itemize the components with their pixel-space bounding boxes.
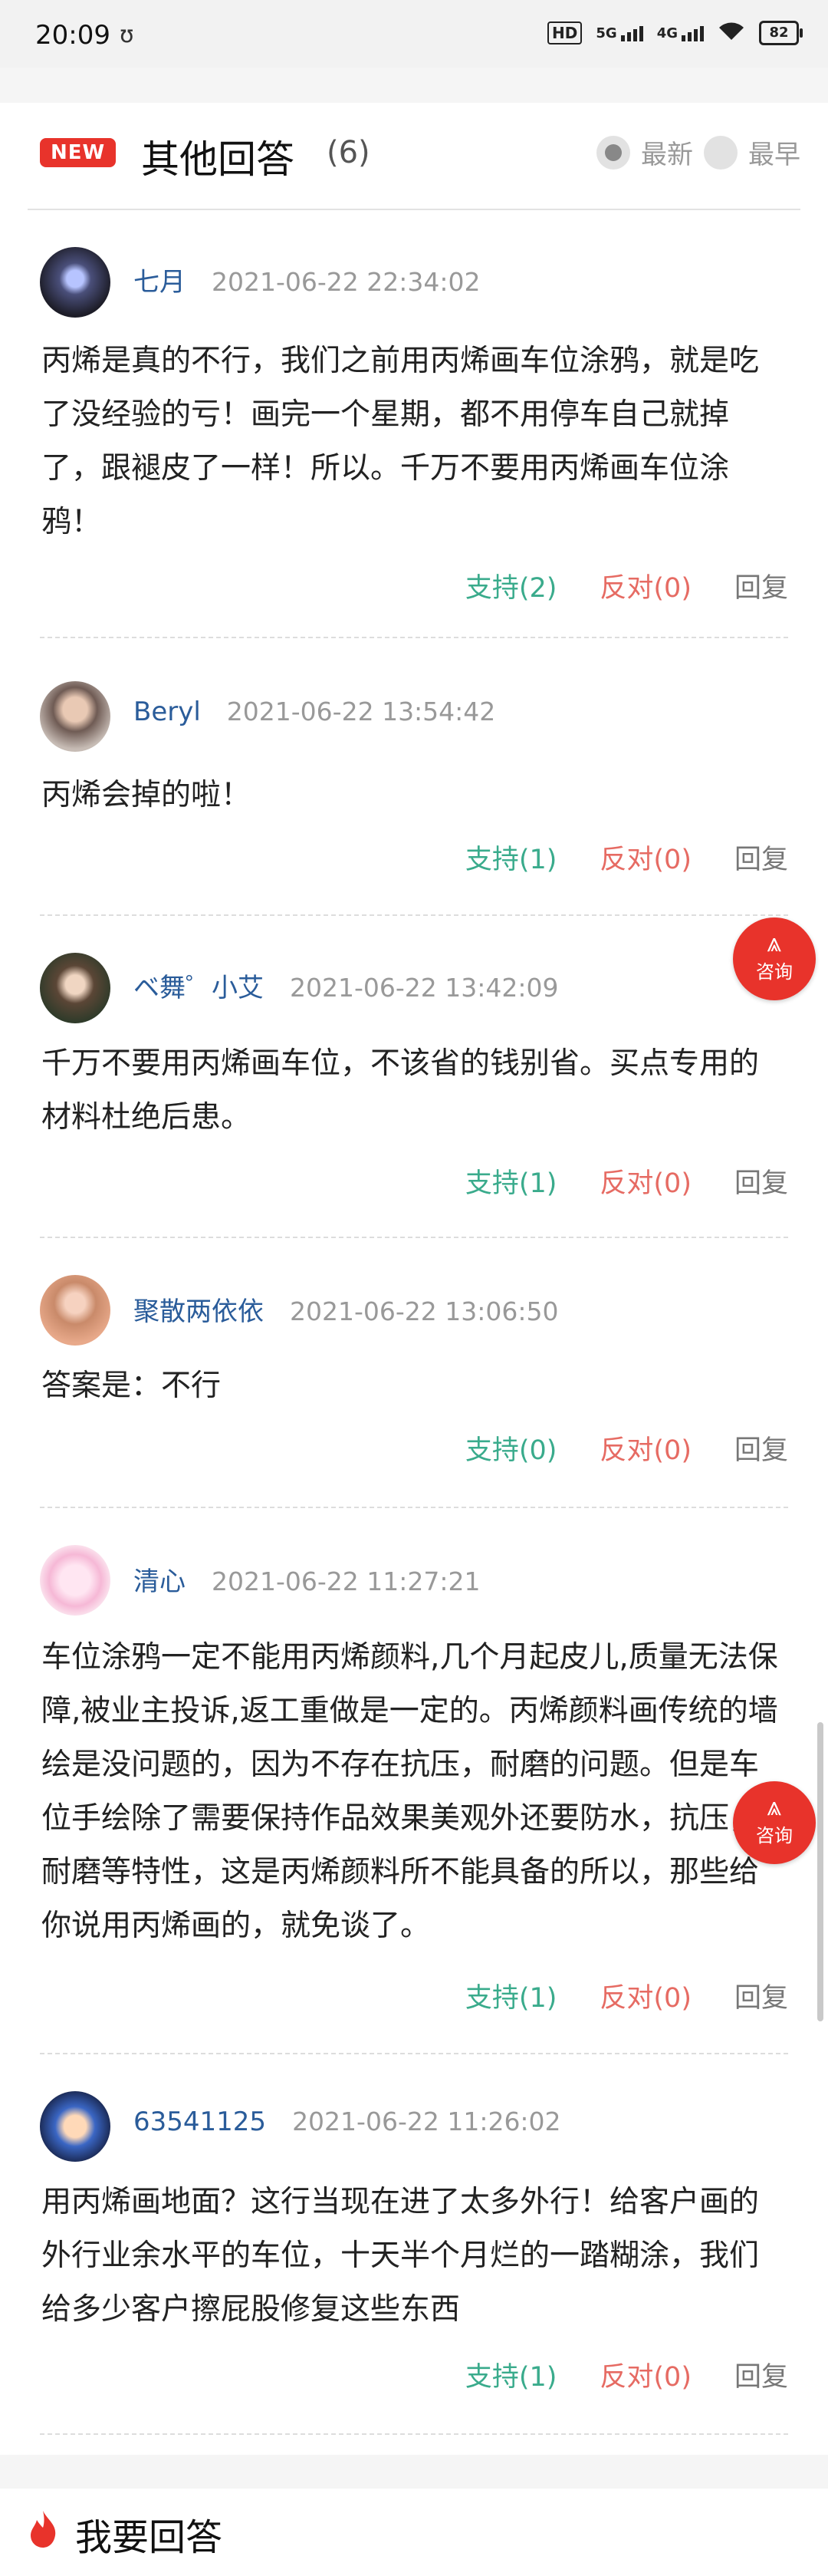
answer-date: 2021-06-22 11:27:21 bbox=[212, 1566, 481, 1596]
avatar[interactable] bbox=[40, 1545, 110, 1616]
consult-label: 咨询 bbox=[756, 961, 793, 983]
answer-content: 车位涂鸦一定不能用丙烯颜料,几个月起皮儿,质量无法保障,被业主投诉,返工重做是一… bbox=[41, 1640, 778, 1943]
answer-content: 千万不要用丙烯画车位，不该省的钱别省。买点专用的材料杜绝后患。 bbox=[41, 1046, 760, 1135]
reply-button[interactable]: 回复 bbox=[734, 1428, 788, 1468]
status-icons: HD 5G 4G 82 bbox=[547, 20, 803, 46]
answer-date: 2021-06-22 22:34:02 bbox=[212, 267, 481, 297]
support-button[interactable]: 支持(0) bbox=[465, 1428, 557, 1468]
answer-item: 聚散两依依 2021-06-22 13:06:50 答案是：不行 支持(0) 反对… bbox=[40, 1237, 788, 1508]
answer-actions: 支持(0) 反对(0) 回复 bbox=[465, 1428, 788, 1468]
write-answer-section[interactable]: 我要回答 bbox=[28, 2507, 222, 2561]
consult-icon: ⩓ bbox=[767, 1791, 782, 1822]
sort-earliest-radio[interactable] bbox=[704, 135, 738, 170]
oppose-button[interactable]: 反对(0) bbox=[600, 1161, 692, 1201]
answer-item: 七月 2021-06-22 22:34:02 丙烯是真的不行，我们之前用丙烯画车位… bbox=[40, 230, 788, 638]
support-button[interactable]: 支持(1) bbox=[465, 2355, 557, 2394]
oppose-button[interactable]: 反对(0) bbox=[600, 838, 692, 877]
sort-earliest-label[interactable]: 最早 bbox=[748, 133, 800, 171]
answer-date: 2021-06-22 11:26:02 bbox=[292, 2107, 561, 2136]
signal-5g-icon: 5G bbox=[596, 25, 643, 41]
hd-icon: HD bbox=[547, 21, 583, 44]
answer-actions: 支持(1) 反对(0) 回复 bbox=[465, 2355, 788, 2394]
answer-item: 清心 2021-06-22 11:27:21 车位涂鸦一定不能用丙烯颜料,几个月起… bbox=[40, 1507, 788, 2054]
username[interactable]: 63541125 bbox=[133, 2107, 266, 2137]
sort-options: 最新 最早 bbox=[596, 133, 800, 171]
battery-icon: 82 bbox=[759, 21, 803, 45]
answer-date: 2021-06-22 13:54:42 bbox=[226, 697, 496, 726]
username[interactable]: ベ舞゜小艾 bbox=[133, 973, 264, 1003]
answer-count: (6) bbox=[327, 135, 370, 170]
avatar[interactable] bbox=[40, 953, 110, 1023]
username[interactable]: 七月 bbox=[133, 267, 186, 298]
answer-item: ベ舞゜小艾 2021-06-22 13:42:09 千万不要用丙烯画车位，不该省的… bbox=[40, 914, 788, 1238]
status-bar: 20:09 ʊ HD 5G 4G 82 bbox=[0, 0, 828, 68]
sort-latest-label[interactable]: 最新 bbox=[641, 133, 693, 171]
support-button[interactable]: 支持(2) bbox=[465, 566, 557, 605]
answer-content: 答案是：不行 bbox=[41, 1369, 222, 1403]
wifi-icon bbox=[718, 20, 745, 46]
new-badge: NEW bbox=[40, 138, 117, 167]
oppose-button[interactable]: 反对(0) bbox=[600, 2355, 692, 2394]
section-gap bbox=[0, 2455, 828, 2489]
page-title: 其他回答 bbox=[141, 137, 294, 182]
username[interactable]: 聚散两依依 bbox=[133, 1296, 264, 1327]
answer-date: 2021-06-22 13:42:09 bbox=[290, 973, 559, 1003]
answer-content: 丙烯会掉的啦！ bbox=[41, 778, 251, 812]
avatar[interactable] bbox=[40, 247, 110, 318]
answer-content: 丙烯是真的不行，我们之前用丙烯画车位涂鸦，就是吃了没经验的亏！画完一个星期，都不… bbox=[41, 344, 760, 539]
answer-actions: 支持(2) 反对(0) 回复 bbox=[465, 566, 788, 605]
answers-header: NEW 其他回答 (6) 最新 最早 bbox=[28, 103, 800, 210]
avatar[interactable] bbox=[40, 1275, 110, 1346]
reply-button[interactable]: 回复 bbox=[734, 838, 788, 877]
oppose-button[interactable]: 反对(0) bbox=[600, 566, 692, 605]
avatar[interactable] bbox=[40, 681, 110, 752]
consult-icon: ⩓ bbox=[767, 927, 782, 958]
support-button[interactable]: 支持(1) bbox=[465, 838, 557, 877]
signal-4g-icon: 4G bbox=[657, 25, 704, 41]
consult-button[interactable]: ⩓ 咨询 bbox=[733, 917, 816, 1000]
consult-label: 咨询 bbox=[756, 1825, 793, 1846]
reply-button[interactable]: 回复 bbox=[734, 1976, 788, 2015]
scrollbar[interactable] bbox=[817, 1722, 823, 2021]
answer-item: 63541125 2021-06-22 11:26:02 用丙烯画地面？这行当现在… bbox=[40, 2053, 788, 2435]
reply-button[interactable]: 回复 bbox=[734, 2355, 788, 2394]
answer-date: 2021-06-22 13:06:50 bbox=[290, 1296, 559, 1326]
username[interactable]: 清心 bbox=[133, 1566, 186, 1597]
section-gap bbox=[0, 68, 828, 103]
status-time: 20:09 bbox=[35, 20, 110, 51]
write-answer-label[interactable]: 我要回答 bbox=[75, 2507, 222, 2561]
username[interactable]: Beryl bbox=[133, 697, 201, 727]
answer-actions: 支持(1) 反对(0) 回复 bbox=[465, 1976, 788, 2015]
answer-item: Beryl 2021-06-22 13:54:42 丙烯会掉的啦！ 支持(1) 反… bbox=[40, 637, 788, 916]
answer-actions: 支持(1) 反对(0) 回复 bbox=[465, 1161, 788, 1201]
oppose-button[interactable]: 反对(0) bbox=[600, 1976, 692, 2015]
answer-actions: 支持(1) 反对(0) 回复 bbox=[465, 838, 788, 877]
support-button[interactable]: 支持(1) bbox=[465, 1161, 557, 1201]
support-button[interactable]: 支持(1) bbox=[465, 1976, 557, 2015]
reply-button[interactable]: 回复 bbox=[734, 566, 788, 605]
oppose-button[interactable]: 反对(0) bbox=[600, 1428, 692, 1468]
answer-content: 用丙烯画地面？这行当现在进了太多外行！给客户画的外行业余水平的车位，十天半个月烂… bbox=[41, 2185, 760, 2327]
reply-button[interactable]: 回复 bbox=[734, 1161, 788, 1201]
fire-icon bbox=[28, 2509, 58, 2558]
avatar[interactable] bbox=[40, 2091, 110, 2162]
consult-button[interactable]: ⩓ 咨询 bbox=[733, 1781, 816, 1864]
sort-latest-radio[interactable] bbox=[596, 135, 630, 170]
sync-icon: ʊ bbox=[120, 21, 134, 48]
